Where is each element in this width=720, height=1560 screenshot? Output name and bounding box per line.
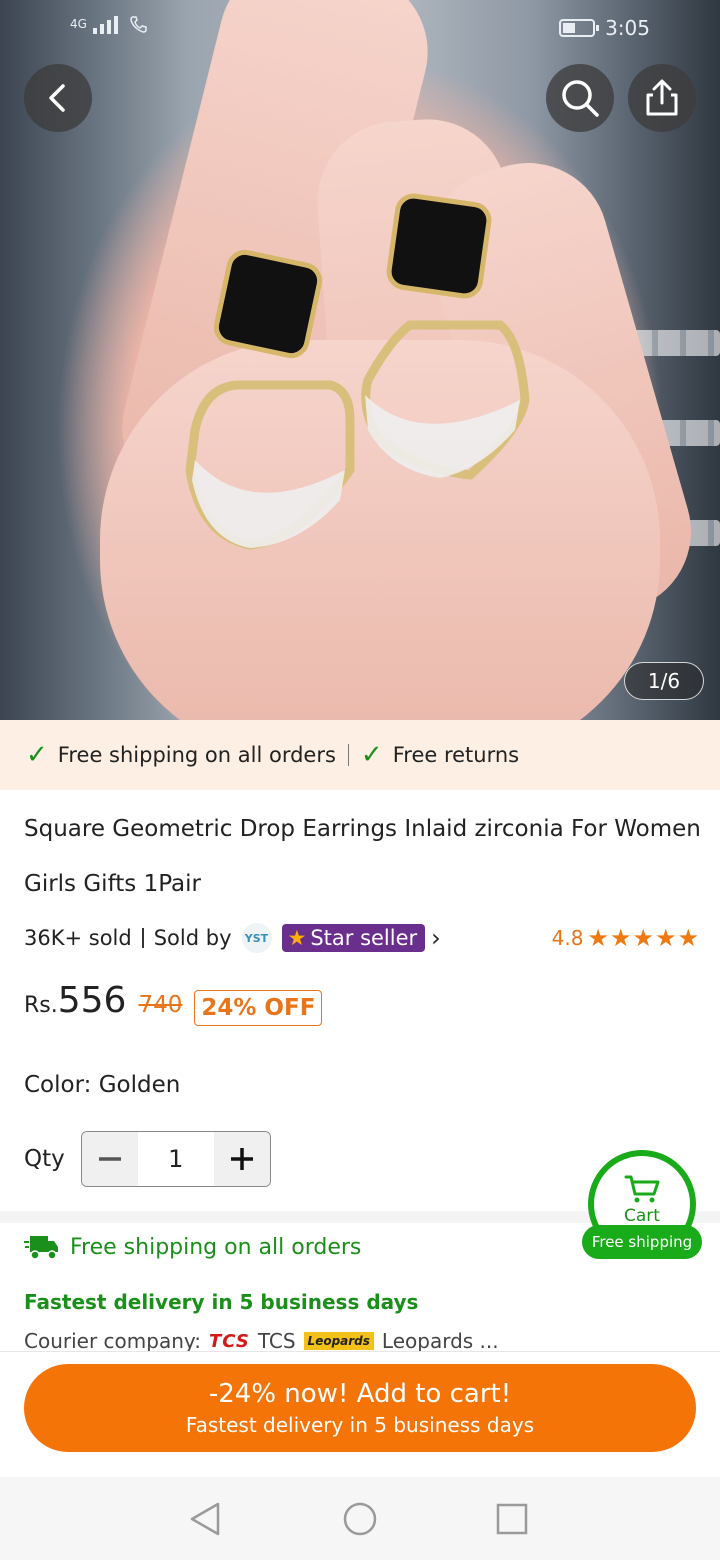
decrease-qty-button[interactable] (81, 1132, 138, 1186)
status-bar: 4G 3:05 (0, 0, 720, 56)
seller-avatar[interactable]: YST (241, 923, 272, 953)
cta-sub-label: Fastest delivery in 5 business days (185, 1413, 535, 1437)
color-selector[interactable]: Color: Golden (24, 1072, 180, 1098)
share-button[interactable] (628, 64, 696, 132)
clock: 3:05 (605, 16, 650, 40)
price: 556 (57, 980, 127, 1021)
quantity-row: Qty 1 (24, 1131, 271, 1187)
color-label: Color: (24, 1072, 92, 1098)
search-button[interactable] (546, 64, 614, 132)
chevron-left-icon (49, 84, 65, 112)
check-icon: ✓ (26, 740, 48, 770)
cta-main-label: -24% now! Add to cart! (208, 1379, 512, 1409)
courier-tcs: TCS (257, 1329, 296, 1353)
free-shipping-text: Free shipping on all orders (57, 743, 336, 767)
add-to-cart-button[interactable]: -24% now! Add to cart! Fastest delivery … (24, 1364, 696, 1452)
star-seller-badge[interactable]: ★ Star seller (281, 924, 426, 952)
star-icon: ★ (287, 926, 307, 950)
check-icon: ✓ (360, 740, 383, 770)
sold-by-label: Sold by (153, 926, 232, 950)
status-left: 4G (70, 14, 149, 34)
courier-label: Courier company: (24, 1329, 202, 1353)
share-icon (646, 79, 678, 116)
rating-stars-icon: ★★★★★ (587, 924, 700, 952)
nav-back-icon[interactable] (188, 1501, 224, 1537)
plus-icon (230, 1148, 253, 1170)
battery-icon (559, 19, 600, 37)
product-meta: 36K+ sold Sold by YST ★ Star seller › 4.… (24, 918, 700, 958)
rating[interactable]: 4.8 ★★★★★ (552, 924, 700, 952)
qty-label: Qty (24, 1146, 65, 1172)
signal-icon (92, 16, 118, 34)
price-row: Rs. 556 740 24% OFF (24, 980, 323, 1036)
network-label: 4G (70, 17, 87, 31)
nav-home-icon[interactable] (342, 1501, 378, 1537)
image-counter: 1/6 (624, 662, 704, 700)
cart-label: Cart (624, 1206, 660, 1226)
sold-count: 36K+ sold (24, 926, 132, 950)
system-nav-bar (0, 1477, 720, 1560)
minus-icon (98, 1157, 121, 1161)
color-value: Golden (98, 1072, 181, 1098)
original-price: 740 (138, 992, 183, 1018)
free-returns-text: Free returns (392, 743, 520, 767)
shipping-banner: ✓ Free shipping on all orders ✓ Free ret… (0, 720, 720, 790)
cart-icon (624, 1175, 660, 1203)
courier-leopards: Leopards ... (381, 1329, 499, 1353)
price-currency: Rs. (24, 993, 58, 1018)
qty-value[interactable]: 1 (137, 1132, 214, 1186)
divider (347, 744, 349, 766)
status-right: 3:05 (559, 16, 650, 40)
truck-icon (24, 1236, 58, 1260)
free-shipping-pill[interactable]: Free shipping (582, 1225, 702, 1259)
divider (141, 928, 144, 948)
increase-qty-button[interactable] (213, 1132, 270, 1186)
quantity-stepper: 1 (80, 1131, 271, 1187)
product-title: Square Geometric Drop Earrings Inlaid zi… (24, 816, 701, 897)
tcs-logo: TCS (209, 1330, 250, 1352)
nav-recents-icon[interactable] (494, 1501, 530, 1537)
delivery-title-text: Free shipping on all orders (70, 1234, 362, 1260)
delivery-info[interactable]: Free shipping on all orders (24, 1234, 361, 1260)
back-button[interactable] (24, 64, 92, 132)
chevron-right-icon[interactable]: › (431, 924, 441, 952)
fastest-delivery-text: Fastest delivery in 5 business days (24, 1290, 419, 1314)
discount-badge: 24% OFF (194, 990, 323, 1026)
phone-call-icon (130, 16, 147, 33)
search-icon (562, 80, 599, 117)
star-seller-label: Star seller (310, 926, 418, 950)
leopards-logo: Leopards (303, 1332, 374, 1350)
rating-value: 4.8 (551, 926, 584, 950)
